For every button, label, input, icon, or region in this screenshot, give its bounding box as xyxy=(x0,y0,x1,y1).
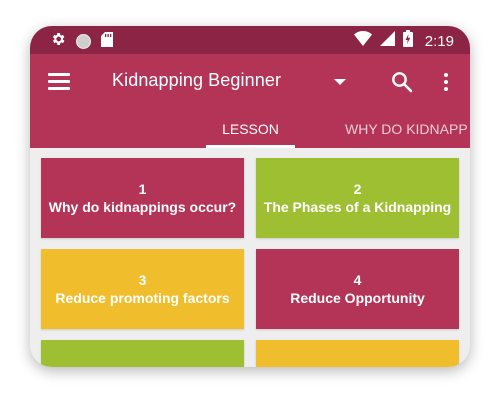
tab-why-do-kidnappings[interactable]: WHY DO KIDNAPP xyxy=(345,111,468,148)
status-bar-right: 2:19 xyxy=(353,30,454,52)
circle-icon xyxy=(76,34,91,49)
lesson-card-3[interactable]: 3 Reduce promoting factors xyxy=(41,249,244,329)
course-selector[interactable]: Kidnapping Beginner xyxy=(112,70,347,91)
lesson-card-5[interactable] xyxy=(41,340,244,367)
lesson-title: Reduce promoting factors xyxy=(55,290,230,306)
more-vert-icon[interactable] xyxy=(440,70,452,94)
tab-why-label: WHY DO KIDNAPP xyxy=(345,121,468,137)
lesson-grid: 1 Why do kidnappings occur? 2 The Phases… xyxy=(30,148,470,367)
lesson-number: 2 xyxy=(353,181,362,197)
lesson-card-6[interactable] xyxy=(256,340,459,367)
lesson-card-1[interactable]: 1 Why do kidnappings occur? xyxy=(41,158,244,238)
signal-icon xyxy=(379,31,395,51)
lesson-number: 1 xyxy=(138,181,147,197)
lesson-title: Reduce Opportunity xyxy=(290,290,425,306)
lesson-title: Why do kidnappings occur? xyxy=(48,199,237,215)
lesson-number: 4 xyxy=(353,272,362,288)
menu-icon[interactable] xyxy=(48,72,70,90)
toolbar-title: Kidnapping Beginner xyxy=(112,70,282,90)
app-toolbar: Kidnapping Beginner xyxy=(30,54,470,111)
battery-charging-icon xyxy=(402,30,413,52)
lesson-card-4[interactable]: 4 Reduce Opportunity xyxy=(256,249,459,329)
tab-lesson-label: LESSON xyxy=(222,121,279,137)
phone-screen: 2:19 Kidnapping Beginner LESSON WHY DO K… xyxy=(30,26,470,367)
wifi-icon xyxy=(353,31,372,51)
lesson-number: 3 xyxy=(138,272,147,288)
status-bar: 2:19 xyxy=(30,26,470,54)
tab-lesson[interactable]: LESSON xyxy=(206,111,295,148)
search-icon[interactable] xyxy=(390,70,414,94)
lesson-title: The Phases of a Kidnapping xyxy=(263,199,452,215)
tab-bar: LESSON WHY DO KIDNAPP xyxy=(30,111,470,148)
gear-icon xyxy=(50,31,66,52)
clock-time: 2:19 xyxy=(424,32,454,50)
status-bar-left xyxy=(50,31,113,52)
sd-card-icon xyxy=(101,31,113,52)
lesson-card-2[interactable]: 2 The Phases of a Kidnapping xyxy=(256,158,459,238)
dropdown-icon[interactable] xyxy=(334,78,347,85)
